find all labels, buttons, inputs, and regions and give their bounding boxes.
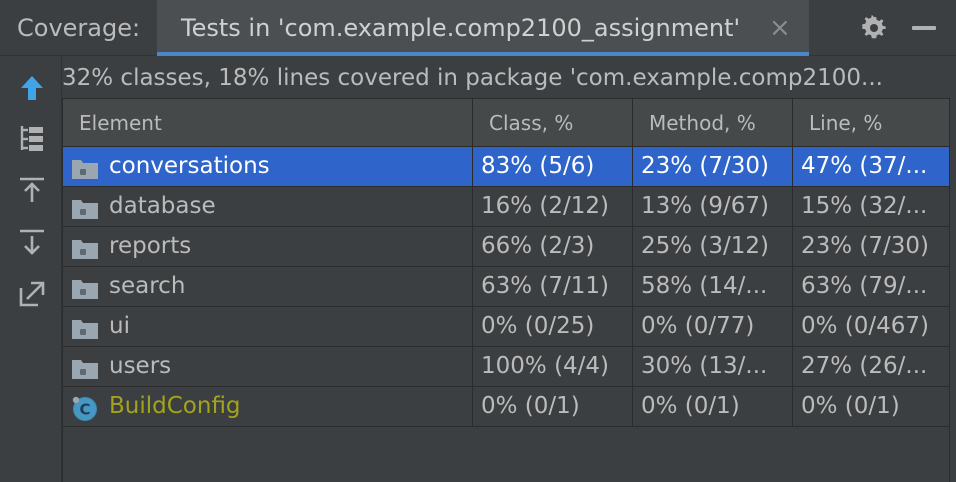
table-row[interactable]: users 100% (4/4) 30% (13/... 27% (26/... <box>63 347 949 387</box>
column-header-element[interactable]: Element <box>63 99 473 147</box>
package-folder-icon <box>71 235 99 259</box>
column-header-method[interactable]: Method, % <box>633 99 793 147</box>
table-row[interactable]: conversations 83% (5/6) 23% (7/30) 47% (37/… <box>63 147 949 187</box>
element-name: database <box>109 193 216 219</box>
cell-element: search <box>63 267 473 306</box>
cell-method-coverage: 0% (0/77) <box>633 307 793 346</box>
element-name: users <box>109 353 172 379</box>
cell-line-coverage: 27% (26/... <box>801 353 928 379</box>
table-row[interactable]: C BuildConfig 0% (0/1) 0% (0/1) 0% (0/1) <box>63 387 949 427</box>
tool-window-header: Coverage: Tests in 'com.example.comp2100… <box>0 0 956 56</box>
column-header-class[interactable]: Class, % <box>473 99 633 147</box>
tool-window-title: Coverage: <box>17 14 141 42</box>
up-arrow-icon[interactable] <box>16 72 48 104</box>
element-name: ui <box>109 313 130 339</box>
tab-tests-coverage[interactable]: Tests in 'com.example.comp2100_assignmen… <box>157 0 809 56</box>
flatten-packages-icon[interactable] <box>16 122 48 154</box>
table-row[interactable]: database 16% (2/12) 13% (9/67) 15% (32/... <box>63 187 949 227</box>
cell-method-coverage: 30% (13/... <box>633 347 793 386</box>
cell-element: users <box>63 347 473 386</box>
cell-line-coverage: 0% (0/467) <box>801 313 930 339</box>
element-name: reports <box>109 233 192 259</box>
package-folder-icon <box>71 195 99 219</box>
cell-class-coverage: 0% (0/1) <box>473 387 633 426</box>
cell-element: reports <box>63 227 473 266</box>
cell-element: conversations <box>63 147 473 186</box>
element-name: search <box>109 273 186 299</box>
cell-class-coverage: 16% (2/12) <box>473 187 633 226</box>
cell-line-coverage: 47% (37/... <box>801 153 928 179</box>
table-row[interactable]: ui 0% (0/25) 0% (0/77) 0% (0/467) <box>63 307 949 347</box>
cell-class-coverage: 100% (4/4) <box>473 347 633 386</box>
package-folder-icon <box>71 355 99 379</box>
cell-method-coverage: 25% (3/12) <box>633 227 793 266</box>
cell-class-coverage: 83% (5/6) <box>473 147 633 186</box>
import-icon[interactable] <box>16 174 48 206</box>
cell-element: database <box>63 187 473 226</box>
table-row[interactable]: search 63% (7/11) 58% (14/... 63% (79/... <box>63 267 949 307</box>
cell-method-coverage: 58% (14/... <box>633 267 793 306</box>
gear-icon[interactable] <box>860 14 888 42</box>
class-icon: C <box>71 395 99 421</box>
package-folder-icon <box>71 275 99 299</box>
package-folder-icon <box>71 155 99 179</box>
tab-label: Tests in 'com.example.comp2100_assignmen… <box>181 14 741 42</box>
cell-line-coverage: 15% (32/... <box>801 193 928 219</box>
cell-method-coverage: 0% (0/1) <box>633 387 793 426</box>
coverage-toolbar <box>0 56 62 482</box>
table-row[interactable]: reports 66% (2/3) 25% (3/12) 23% (7/30) <box>63 227 949 267</box>
table-header: Element Class, % Method, % Line, % <box>63 99 949 147</box>
close-icon[interactable]: × <box>769 13 791 43</box>
svg-text:C: C <box>79 401 90 419</box>
column-header-line[interactable]: Line, % <box>793 99 949 147</box>
coverage-table: Element Class, % Method, % Line, % conve… <box>62 98 950 482</box>
cell-element: C BuildConfig <box>63 387 473 426</box>
cell-line-coverage: 63% (79/... <box>801 273 928 299</box>
export-icon[interactable] <box>16 226 48 258</box>
cell-line-coverage: 0% (0/1) <box>801 393 900 419</box>
open-external-icon[interactable] <box>16 278 48 310</box>
package-folder-icon <box>71 315 99 339</box>
minimize-icon[interactable] <box>912 26 936 30</box>
cell-class-coverage: 0% (0/25) <box>473 307 633 346</box>
cell-line-coverage: 23% (7/30) <box>801 233 930 259</box>
element-name: BuildConfig <box>109 393 241 419</box>
cell-element: ui <box>63 307 473 346</box>
cell-method-coverage: 13% (9/67) <box>633 187 793 226</box>
cell-method-coverage: 23% (7/30) <box>633 147 793 186</box>
coverage-summary: 32% classes, 18% lines covered in packag… <box>62 65 883 91</box>
cell-class-coverage: 66% (2/3) <box>473 227 633 266</box>
element-name: conversations <box>109 153 270 179</box>
cell-class-coverage: 63% (7/11) <box>473 267 633 306</box>
